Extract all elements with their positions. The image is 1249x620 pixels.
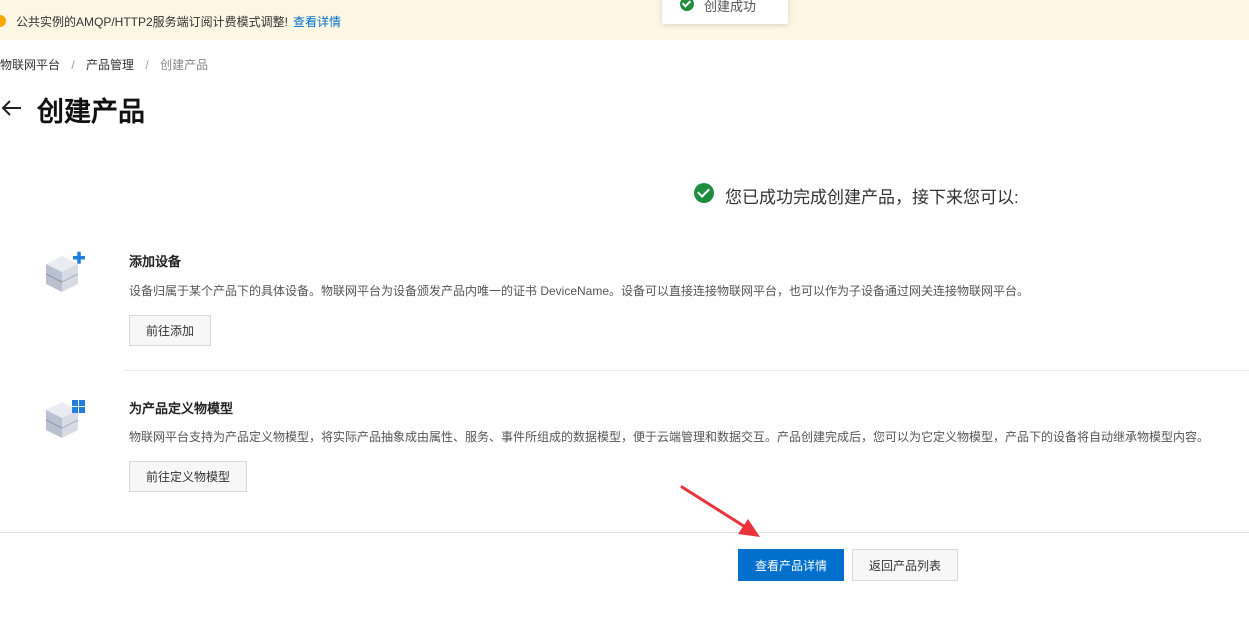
add-device-description: 设备归属于某个产品下的具体设备。物联网平台为设备颁发产品内唯一的证书 Devic… [129, 284, 1030, 298]
success-toast: 创建成功 [662, 0, 788, 24]
toast-text: 创建成功 [704, 0, 757, 14]
breadcrumb-iot-platform[interactable]: 物联网平台 [0, 58, 60, 72]
annotation-arrow-icon [680, 485, 760, 537]
check-circle-icon [680, 0, 694, 11]
page-title: 创建产品 [37, 97, 145, 127]
breadcrumb-separator: / [145, 58, 149, 72]
breadcrumb-separator: / [71, 58, 75, 72]
warning-icon [0, 15, 6, 27]
back-arrow-icon[interactable] [0, 96, 24, 120]
add-device-title: 添加设备 [129, 254, 182, 269]
success-text: 您已成功完成创建产品，接下来您可以: [725, 188, 1019, 207]
view-product-details-button[interactable]: 查看产品详情 [738, 549, 844, 581]
thing-model-icon [45, 400, 85, 438]
breadcrumb-current: 创建产品 [160, 58, 209, 72]
breadcrumb: 物联网平台 / 产品管理 / 创建产品 [0, 56, 216, 73]
add-device-icon [45, 251, 85, 292]
go-add-device-button[interactable]: 前往添加 [129, 315, 211, 346]
thing-model-description: 物联网平台支持为产品定义物模型，将实际产品抽象成由属性、服务、事件所组成的数据模… [129, 430, 1210, 444]
notice-details-link[interactable]: 查看详情 [293, 13, 341, 30]
notice-bar: 公共实例的AMQP/HTTP2服务端订阅计费模式调整! 查看详情 [0, 0, 1249, 40]
notice-text: 公共实例的AMQP/HTTP2服务端订阅计费模式调整! [16, 15, 289, 29]
back-to-product-list-button[interactable]: 返回产品列表 [852, 549, 958, 581]
breadcrumb-product-management[interactable]: 产品管理 [86, 58, 134, 72]
footer-divider [0, 532, 1249, 533]
check-circle-icon [694, 183, 714, 203]
thing-model-title: 为产品定义物模型 [129, 401, 234, 416]
go-define-thing-model-button[interactable]: 前往定义物模型 [129, 461, 247, 492]
section-divider [123, 370, 1249, 371]
